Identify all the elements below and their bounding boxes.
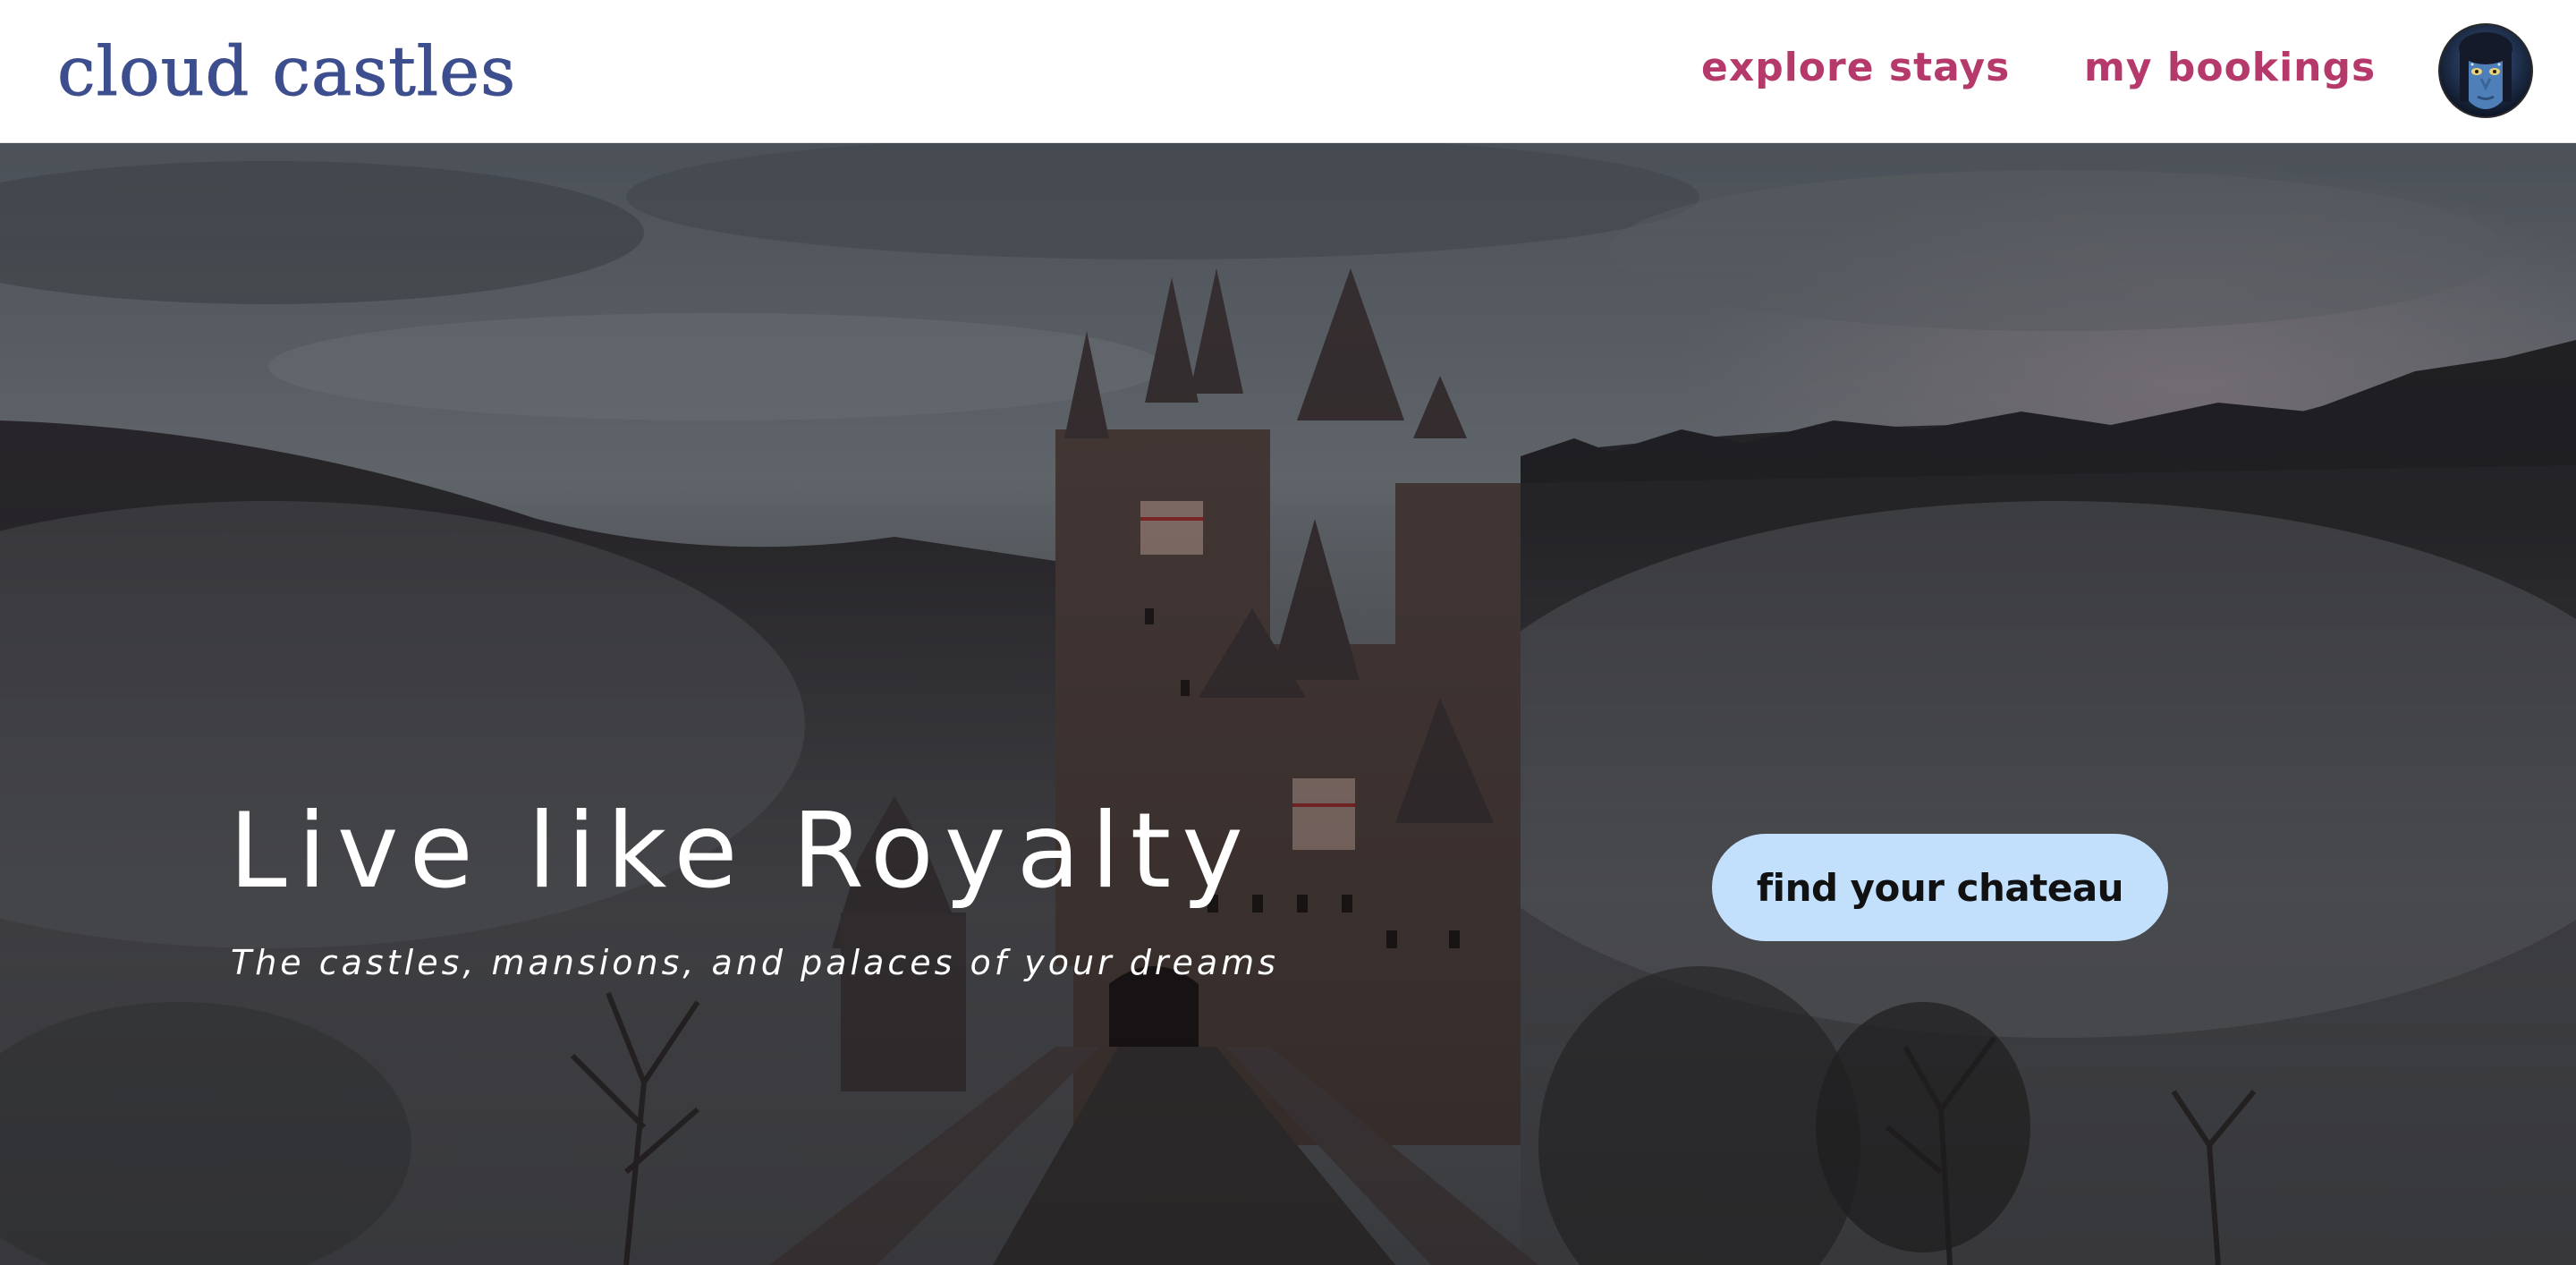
- misty-castle-photo: [0, 143, 2576, 1265]
- hero-section: Live like Royalty The castles, mansions,…: [0, 143, 2576, 1265]
- avatar-image: [2440, 25, 2531, 116]
- top-navbar: cloud castles explore stays my bookings: [0, 0, 2576, 143]
- nav-link-my-bookings[interactable]: my bookings: [2084, 41, 2376, 95]
- nav-link-explore-stays[interactable]: explore stays: [1701, 41, 2010, 95]
- user-avatar-icon[interactable]: [2440, 25, 2531, 116]
- brand-logo[interactable]: cloud castles: [56, 27, 516, 116]
- hero-title: Live like Royalty: [229, 791, 1254, 912]
- find-your-chateau-button[interactable]: find your chateau: [1712, 834, 2168, 941]
- hero-subtitle: The castles, mansions, and palaces of yo…: [231, 943, 1279, 982]
